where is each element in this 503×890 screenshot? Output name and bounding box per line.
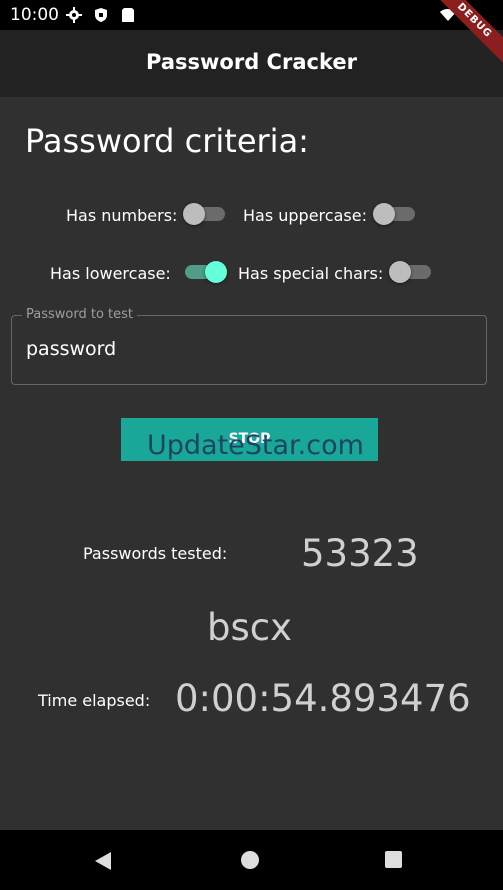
status-bar: 10:00 — [0, 0, 503, 30]
has-numbers-switch[interactable] — [183, 203, 229, 225]
has-lowercase-label: Has lowercase: — [50, 264, 171, 283]
recents-icon[interactable] — [385, 851, 402, 868]
back-icon[interactable] — [95, 852, 111, 870]
password-input[interactable]: Password to test password — [11, 307, 487, 385]
sd-card-icon — [122, 8, 134, 22]
watermark: UpdateStar.com — [147, 430, 364, 461]
has-uppercase-switch[interactable] — [373, 203, 419, 225]
navigation-bar — [0, 830, 503, 890]
home-icon[interactable] — [241, 851, 259, 869]
password-input-label: Password to test — [22, 307, 138, 322]
time-elapsed-value: 0:00:54.893476 — [175, 677, 471, 720]
status-time: 10:00 — [10, 5, 59, 25]
password-input-value[interactable]: password — [26, 338, 116, 360]
has-numbers-label: Has numbers: — [66, 206, 178, 225]
time-elapsed-label: Time elapsed: — [38, 691, 151, 710]
passwords-tested-value: 53323 — [301, 532, 419, 575]
gear-icon — [66, 7, 82, 23]
app-bar: Password Cracker — [0, 30, 503, 97]
has-uppercase-label: Has uppercase: — [243, 206, 367, 225]
has-special-chars-switch[interactable] — [389, 261, 435, 283]
debug-banner: DEBUG — [433, 0, 503, 67]
has-lowercase-switch[interactable] — [181, 261, 227, 283]
shield-icon — [95, 8, 107, 22]
app-title: Password Cracker — [146, 50, 357, 74]
criteria-title: Password criteria: — [25, 122, 309, 160]
debug-banner-container: DEBUG — [433, 0, 503, 70]
current-guess: bscx — [207, 606, 293, 649]
passwords-tested-label: Passwords tested: — [83, 544, 228, 563]
has-special-chars-label: Has special chars: — [238, 264, 384, 283]
